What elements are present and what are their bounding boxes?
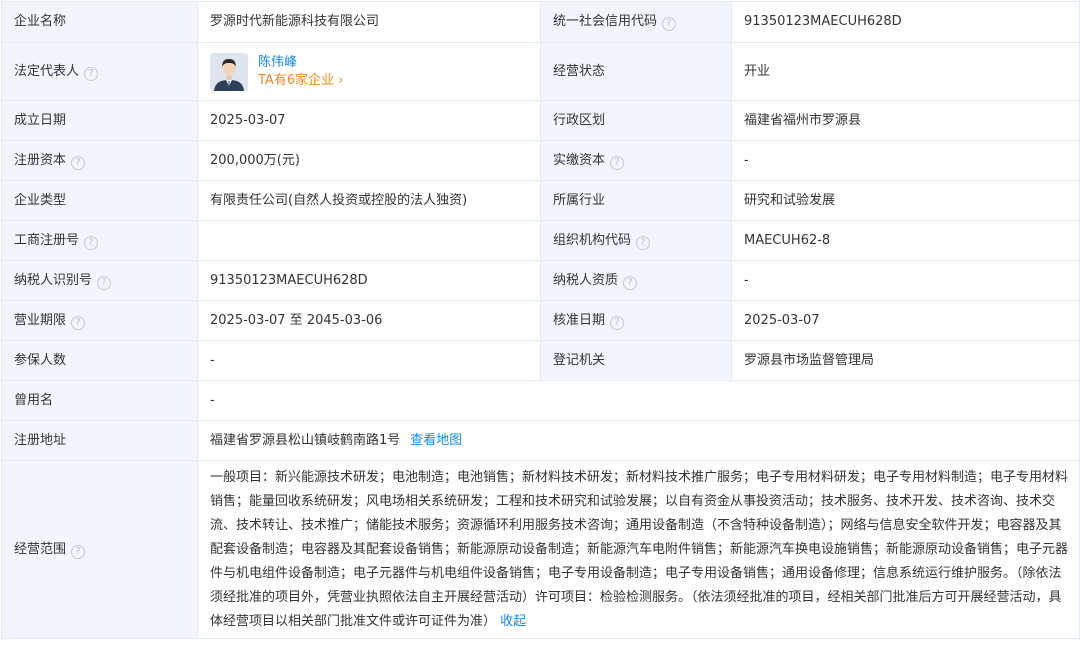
taxpayer-id-value: 91350123MAECUH628D bbox=[197, 260, 541, 301]
credit-code-label-cell: 统一社会信用代码? bbox=[540, 1, 732, 43]
row-reg-no: 工商注册号? 组织机构代码? MAECUH62-8 bbox=[1, 220, 1080, 261]
row-former-name: 曾用名 - bbox=[1, 380, 1080, 421]
company-type-label: 企业类型 bbox=[1, 180, 198, 221]
taxpayer-id-label-cell: 纳税人识别号? bbox=[1, 260, 198, 301]
row-insured: 参保人数 - 登记机关 罗源县市场监督管理局 bbox=[1, 340, 1080, 381]
help-icon[interactable]: ? bbox=[84, 66, 99, 81]
view-map-link[interactable]: 查看地图 bbox=[410, 433, 462, 448]
former-name-label: 曾用名 bbox=[1, 380, 198, 421]
reg-capital-value: 200,000万(元) bbox=[197, 140, 541, 181]
reg-capital-label: 注册资本 bbox=[14, 152, 67, 168]
admin-region-label: 行政区划 bbox=[540, 100, 732, 141]
company-info-table: 企业名称 罗源时代新能源科技有限公司 统一社会信用代码? 91350123MAE… bbox=[1, 1, 1080, 639]
credit-code-value: 91350123MAECUH628D bbox=[731, 1, 1080, 43]
taxpayer-id-label: 纳税人识别号 bbox=[14, 272, 93, 288]
collapse-link[interactable]: 收起 bbox=[500, 614, 526, 629]
biz-term-label-cell: 营业期限? bbox=[1, 300, 198, 341]
biz-scope-label: 经营范围 bbox=[14, 541, 67, 557]
biz-term-value: 2025-03-07 至 2045-03-06 bbox=[197, 300, 541, 341]
row-biz-scope: 经营范围? 一般项目：新兴能源技术研发；电池制造；电池销售；新材料技术研发；新材… bbox=[1, 460, 1080, 639]
taxpayer-qual-label-cell: 纳税人资质? bbox=[540, 260, 732, 301]
help-icon[interactable]: ? bbox=[84, 235, 99, 250]
row-company-name: 企业名称 罗源时代新能源科技有限公司 统一社会信用代码? 91350123MAE… bbox=[1, 1, 1080, 43]
taxpayer-qual-label: 纳税人资质 bbox=[553, 272, 619, 288]
industry-value: 研究和试验发展 bbox=[731, 180, 1080, 221]
org-code-label-cell: 组织机构代码? bbox=[540, 220, 732, 261]
row-capital: 注册资本? 200,000万(元) 实缴资本? - bbox=[1, 140, 1080, 181]
approval-date-label: 核准日期 bbox=[553, 312, 606, 328]
biz-reg-no-value bbox=[197, 220, 541, 261]
legal-rep-name-link[interactable]: 陈伟峰 bbox=[258, 54, 343, 72]
reg-authority-value: 罗源县市场监督管理局 bbox=[731, 340, 1080, 381]
reg-address-label: 注册地址 bbox=[1, 420, 198, 461]
credit-code-label: 统一社会信用代码 bbox=[553, 14, 658, 29]
avatar[interactable] bbox=[210, 52, 248, 91]
row-type: 企业类型 有限责任公司(自然人投资或控股的法人独资) 所属行业 研究和试验发展 bbox=[1, 180, 1080, 221]
legal-rep-label-cell: 法定代表人? bbox=[1, 42, 198, 101]
biz-reg-no-label-cell: 工商注册号? bbox=[1, 220, 198, 261]
established-label: 成立日期 bbox=[1, 100, 198, 141]
biz-reg-no-label: 工商注册号 bbox=[14, 232, 80, 248]
row-term: 营业期限? 2025-03-07 至 2045-03-06 核准日期? 2025… bbox=[1, 300, 1080, 341]
biz-scope-label-cell: 经营范围? bbox=[1, 460, 198, 639]
org-code-value: MAECUH62-8 bbox=[731, 220, 1080, 261]
help-icon[interactable]: ? bbox=[97, 275, 112, 290]
paid-capital-value: - bbox=[731, 140, 1080, 181]
biz-term-label: 营业期限 bbox=[14, 312, 67, 328]
insured-value: - bbox=[197, 340, 541, 381]
row-legal-rep: 法定代表人? 陈伟峰 TA有6家企业 › 经营状态 开业 bbox=[1, 42, 1080, 101]
former-name-value: - bbox=[197, 380, 1080, 421]
biz-scope-value: 一般项目：新兴能源技术研发；电池制造；电池销售；新材料技术研发；新材料技术推广服… bbox=[210, 469, 1069, 629]
reg-authority-label: 登记机关 bbox=[540, 340, 732, 381]
help-icon[interactable]: ? bbox=[636, 235, 651, 250]
reg-address-value: 福建省罗源县松山镇岐鹤南路1号 bbox=[210, 432, 401, 448]
legal-rep-companies-link[interactable]: TA有6家企业 › bbox=[258, 72, 343, 90]
org-code-label: 组织机构代码 bbox=[553, 232, 632, 248]
help-icon[interactable]: ? bbox=[610, 315, 625, 330]
row-taxpayer: 纳税人识别号? 91350123MAECUH628D 纳税人资质? - bbox=[1, 260, 1080, 301]
row-established: 成立日期 2025-03-07 行政区划 福建省福州市罗源县 bbox=[1, 100, 1080, 141]
help-icon[interactable]: ? bbox=[610, 155, 625, 170]
company-name-label: 企业名称 bbox=[1, 1, 198, 43]
insured-label: 参保人数 bbox=[1, 340, 198, 381]
industry-label: 所属行业 bbox=[540, 180, 732, 221]
legal-rep-person: 陈伟峰 TA有6家企业 › bbox=[210, 52, 530, 91]
help-icon[interactable]: ? bbox=[71, 315, 86, 330]
status-value: 开业 bbox=[731, 42, 1080, 101]
help-icon[interactable]: ? bbox=[71, 155, 86, 170]
reg-capital-label-cell: 注册资本? bbox=[1, 140, 198, 181]
company-type-value: 有限责任公司(自然人投资或控股的法人独资) bbox=[197, 180, 541, 221]
help-icon[interactable]: ? bbox=[662, 17, 677, 31]
person-avatar-icon bbox=[210, 52, 248, 91]
approval-date-value: 2025-03-07 bbox=[731, 300, 1080, 341]
row-address: 注册地址 福建省罗源县松山镇岐鹤南路1号 查看地图 bbox=[1, 420, 1080, 461]
company-name-value: 罗源时代新能源科技有限公司 bbox=[197, 1, 541, 43]
established-value: 2025-03-07 bbox=[197, 100, 541, 141]
reg-address-cell: 福建省罗源县松山镇岐鹤南路1号 查看地图 bbox=[197, 420, 1080, 461]
paid-capital-label-cell: 实缴资本? bbox=[540, 140, 732, 181]
approval-date-label-cell: 核准日期? bbox=[540, 300, 732, 341]
legal-rep-cell: 陈伟峰 TA有6家企业 › bbox=[197, 42, 541, 101]
biz-scope-cell: 一般项目：新兴能源技术研发；电池制造；电池销售；新材料技术研发；新材料技术推广服… bbox=[197, 460, 1080, 639]
legal-rep-label: 法定代表人 bbox=[14, 63, 80, 79]
taxpayer-qual-value: - bbox=[731, 260, 1080, 301]
admin-region-value: 福建省福州市罗源县 bbox=[731, 100, 1080, 141]
legal-rep-info: 陈伟峰 TA有6家企业 › bbox=[258, 54, 343, 90]
help-icon[interactable]: ? bbox=[71, 544, 86, 559]
paid-capital-label: 实缴资本 bbox=[553, 152, 606, 168]
status-label: 经营状态 bbox=[540, 42, 732, 101]
help-icon[interactable]: ? bbox=[623, 275, 638, 290]
